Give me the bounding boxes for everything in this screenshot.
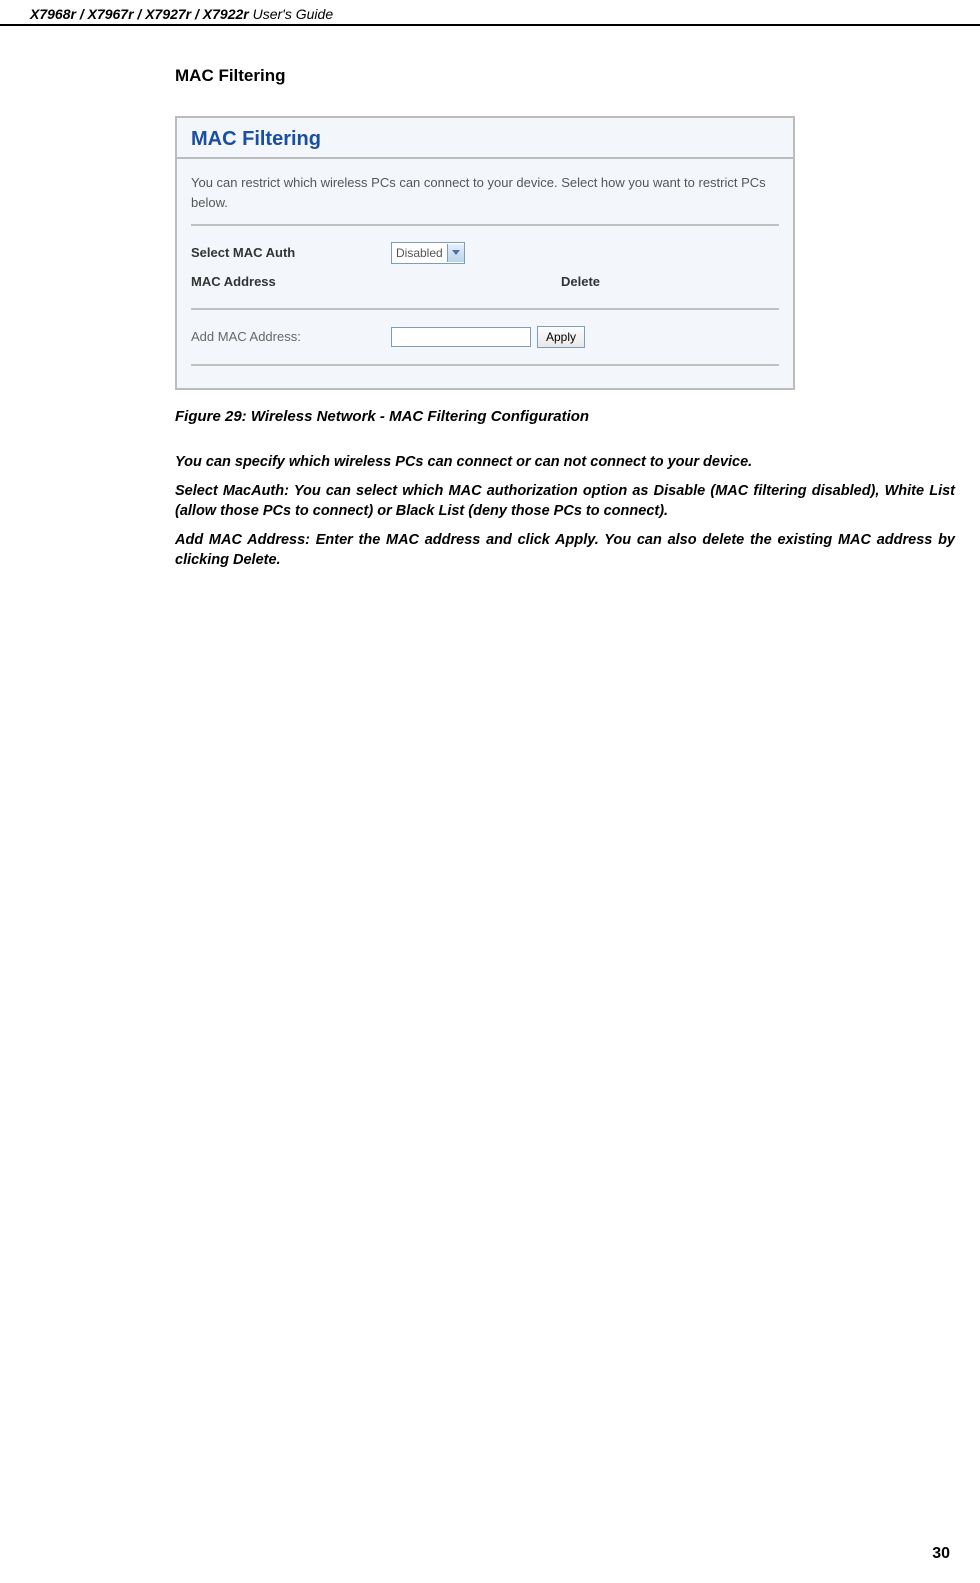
config-intro: You can restrict which wireless PCs can …: [191, 173, 779, 212]
paragraph-3: Add MAC Address: Enter the MAC address a…: [175, 531, 955, 570]
content-area: MAC Filtering MAC Filtering You can rest…: [0, 26, 980, 570]
paragraph-2: Select MacAuth: You can select which MAC…: [175, 482, 955, 521]
figure-caption: Figure 29: Wireless Network - MAC Filter…: [175, 408, 955, 425]
section-heading: MAC Filtering: [175, 66, 955, 86]
mac-address-header: MAC Address: [191, 272, 391, 292]
select-mac-auth-label: Select MAC Auth: [191, 243, 391, 263]
config-title: MAC Filtering: [177, 118, 793, 159]
select-mac-auth-value: Disabled: [396, 244, 443, 262]
header-models: X7968r / X7967r / X7927r / X7922r: [30, 6, 249, 22]
select-mac-auth-dropdown[interactable]: Disabled: [391, 242, 465, 264]
row-mac-address-header: MAC Address Delete: [191, 268, 779, 296]
config-panel: MAC Filtering You can restrict which wir…: [175, 116, 795, 390]
page: X7968r / X7967r / X7927r / X7922r User's…: [0, 0, 980, 1583]
divider: [191, 308, 779, 310]
paragraph-1: You can specify which wireless PCs can c…: [175, 453, 955, 473]
row-select-mac-auth: Select MAC Auth Disabled: [191, 238, 779, 268]
header-bar: X7968r / X7967r / X7927r / X7922r User's…: [0, 0, 980, 26]
divider: [191, 364, 779, 366]
header-suffix: User's Guide: [249, 6, 333, 22]
delete-header: Delete: [561, 272, 600, 292]
apply-button[interactable]: Apply: [537, 326, 585, 348]
divider: [191, 224, 779, 226]
chevron-down-icon: [447, 244, 464, 262]
config-body: You can restrict which wireless PCs can …: [177, 159, 793, 388]
add-mac-input[interactable]: [391, 327, 531, 347]
page-number: 30: [932, 1545, 950, 1563]
row-add-mac: Add MAC Address: Apply: [191, 322, 779, 352]
add-mac-label: Add MAC Address:: [191, 327, 391, 347]
